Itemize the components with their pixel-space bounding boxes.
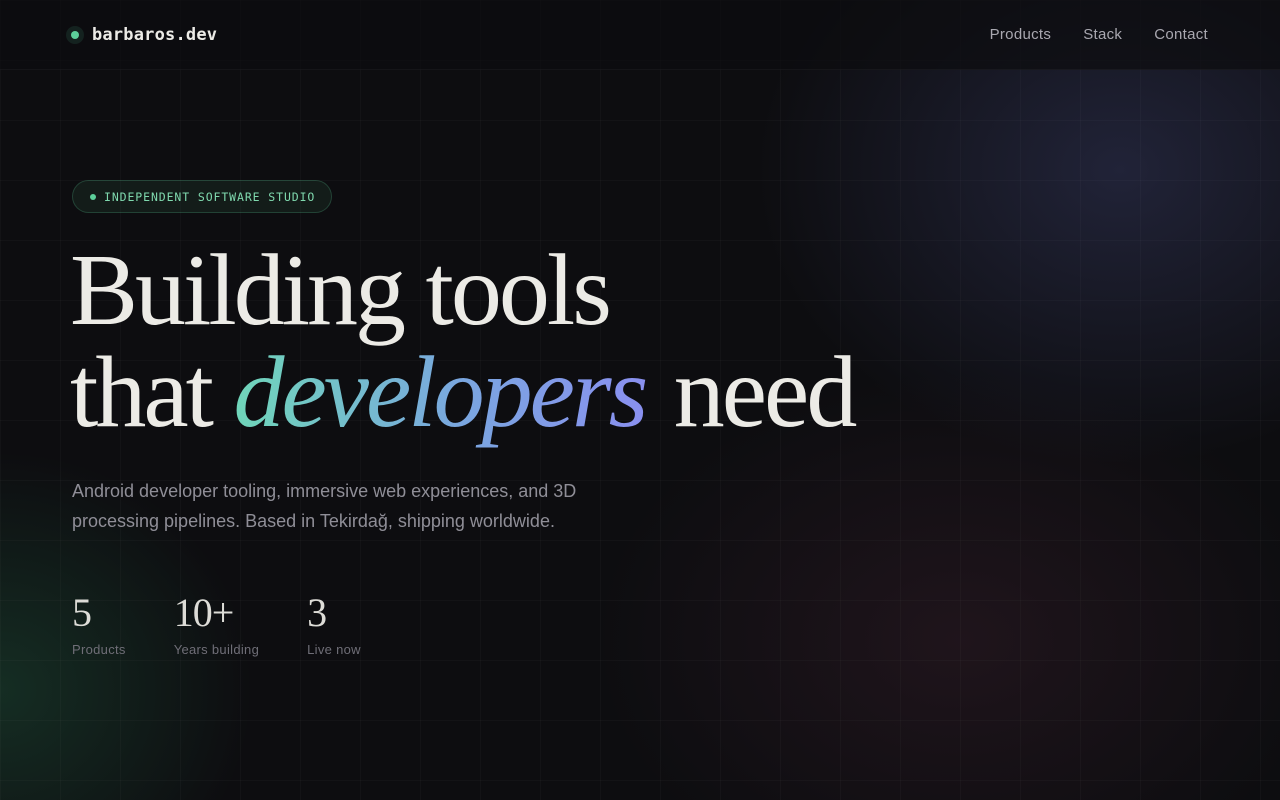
stat-live: 3 Live now [307, 590, 361, 657]
stat-products: 5 Products [72, 590, 126, 657]
hero-title: Building tools that developers need [70, 234, 857, 444]
logo-dot-icon [66, 25, 84, 44]
logo-link[interactable]: barbaros.dev [66, 25, 217, 45]
stat-value: 3 [307, 590, 327, 635]
hero-title-line1: Building tools [70, 234, 612, 347]
badge-label: INDEPENDENT SOFTWARE STUDIO [104, 189, 316, 204]
stat-label: Live now [307, 642, 361, 657]
hero-description: Android developer tooling, immersive web… [72, 481, 577, 531]
stats-row: 5 Products 10+ Years building 3 Live now [72, 590, 361, 657]
nav-products[interactable]: Products [990, 26, 1052, 43]
stat-years: 10+ Years building [174, 590, 259, 657]
main-nav: Products Stack Contact [990, 26, 1208, 43]
hero-title-pre: that [70, 336, 234, 449]
page: barbaros.dev Products Stack Contact INDE… [0, 0, 1280, 800]
stat-label: Products [72, 642, 126, 657]
logo-text: barbaros.dev [92, 24, 218, 45]
stat-value: 5 [72, 590, 92, 635]
hero-title-line2: that developers need [70, 342, 857, 444]
nav-stack[interactable]: Stack [1083, 26, 1122, 43]
stat-label: Years building [173, 642, 260, 657]
status-dot-icon [90, 193, 96, 200]
hero-title-post: need [651, 336, 858, 449]
site-header: barbaros.dev Products Stack Contact [0, 0, 1280, 70]
studio-badge: INDEPENDENT SOFTWARE STUDIO [72, 180, 333, 213]
nav-contact[interactable]: Contact [1154, 26, 1208, 43]
hero-title-accent: developers [233, 336, 651, 449]
stat-value: 10+ [173, 590, 235, 635]
